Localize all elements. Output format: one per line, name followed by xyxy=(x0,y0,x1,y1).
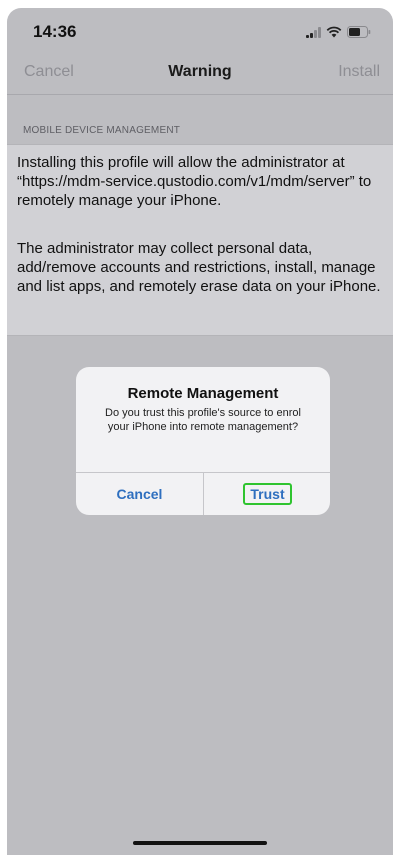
alert-cancel-button[interactable]: Cancel xyxy=(76,473,203,515)
warning-paragraph-2: The administrator may collect personal d… xyxy=(17,240,381,295)
alert-cancel-label: Cancel xyxy=(116,486,163,502)
alert-title: Remote Management xyxy=(127,385,279,402)
alert-message: Do you trust this profile's source to en… xyxy=(105,407,301,433)
status-icons xyxy=(306,26,371,38)
section-header: MOBILE DEVICE MANAGEMENT xyxy=(23,125,181,136)
section-body: Installing this profile will allow the a… xyxy=(7,144,393,336)
status-time: 14:36 xyxy=(33,22,77,41)
nav-title: Warning xyxy=(168,63,232,80)
phone-screen: 14:36 Cancel Warning Install MOBILE DEVI… xyxy=(7,8,393,855)
battery-icon xyxy=(347,26,371,38)
signal-icon xyxy=(306,27,321,38)
alert-trust-button[interactable]: Trust xyxy=(204,473,330,515)
remote-management-alert: Remote Management Do you trust this prof… xyxy=(76,367,330,515)
nav-install-button[interactable]: Install xyxy=(338,63,380,81)
alert-trust-label: Trust xyxy=(243,483,292,505)
status-bar: 14:36 xyxy=(7,8,393,54)
wifi-icon xyxy=(326,26,342,38)
warning-paragraph-1: Installing this profile will allow the a… xyxy=(17,154,372,209)
home-indicator[interactable] xyxy=(133,841,267,845)
nav-bar: Cancel Warning Install xyxy=(7,54,393,95)
